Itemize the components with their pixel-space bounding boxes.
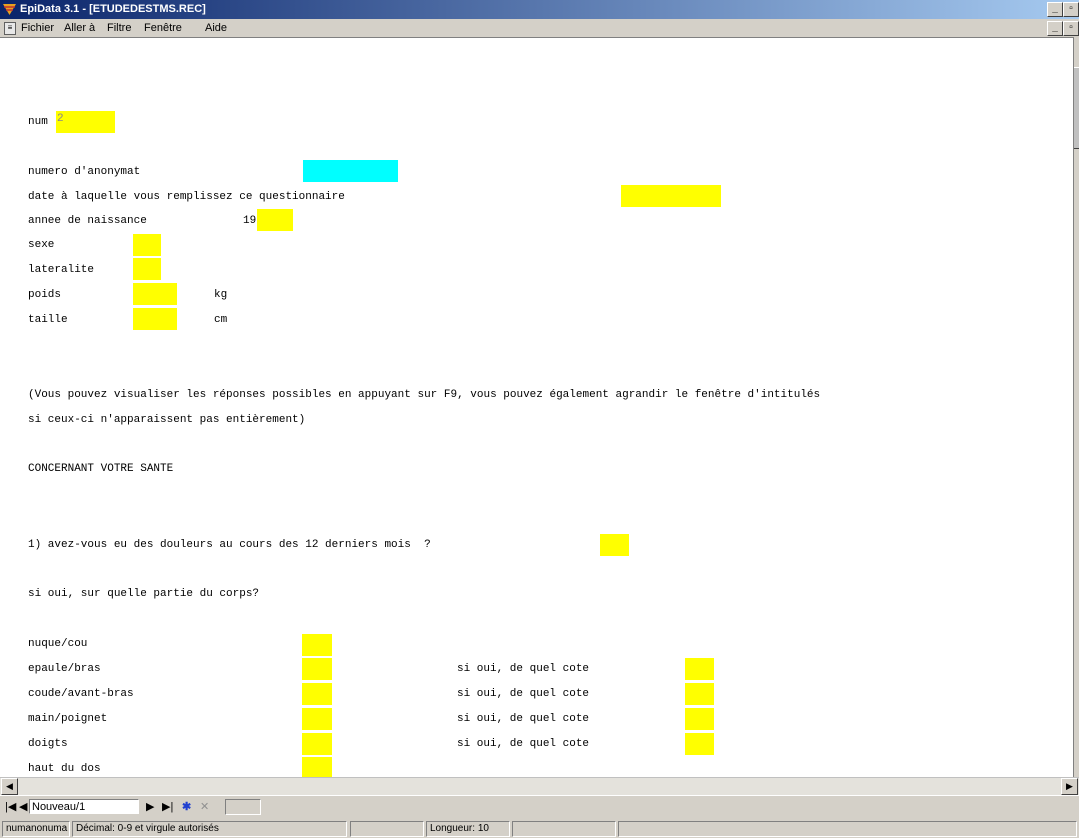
menu-filtre[interactable]: Filtre — [107, 22, 131, 34]
scroll-left-arrow-icon[interactable]: ◀ — [1, 778, 18, 795]
field-haut-dos[interactable] — [302, 757, 332, 778]
field-num-value: 2 — [57, 113, 64, 125]
menu-fenetre[interactable]: Fenêtre — [144, 22, 182, 34]
label-q1: 1) avez-vous eu des douleurs au cours de… — [28, 539, 431, 551]
label-coude-side: si oui, de quel cote — [457, 688, 590, 700]
field-date[interactable] — [621, 185, 721, 207]
status-bar: numanonuma Décimal: 0-9 et virgule autor… — [0, 819, 1079, 838]
field-lateralite[interactable] — [133, 258, 161, 280]
vertical-scroll-thumb[interactable] — [1074, 67, 1079, 149]
field-poids[interactable] — [133, 283, 177, 305]
unit-poids: kg — [214, 289, 228, 301]
menu-aide[interactable]: Aide — [205, 22, 227, 34]
horizontal-scrollbar[interactable]: ◀ ▶ — [0, 777, 1079, 795]
record-flag-box — [225, 799, 261, 815]
next-record-icon[interactable]: ▶ — [146, 800, 154, 814]
title-bar: EpiData 3.1 - [ETUDEDESTMS.REC] _ ▫ — [0, 0, 1079, 19]
field-coude-side[interactable] — [685, 683, 714, 705]
window-title: EpiData 3.1 - [ETUDEDESTMS.REC] — [20, 3, 206, 15]
last-record-icon[interactable]: ▶| — [162, 800, 173, 814]
field-anonymat[interactable] — [303, 160, 398, 182]
label-main-side: si oui, de quel cote — [457, 713, 590, 725]
field-nuque[interactable] — [302, 634, 332, 656]
record-navigation-bar: |◀ ◀ Nouveau/1 ▶ ▶| ✱ ✕ — [0, 795, 1079, 818]
label-coude: coude/avant-bras — [28, 688, 134, 700]
label-epaule: epaule/bras — [28, 663, 101, 675]
menu-fichier[interactable]: Fichier — [21, 22, 54, 34]
section-heading: CONCERNANT VOTRE SANTE — [28, 463, 174, 475]
field-epaule[interactable] — [302, 658, 332, 680]
info-text-line1: (Vous pouvez visualiser les réponses pos… — [28, 389, 821, 401]
field-sexe[interactable] — [133, 234, 161, 256]
field-main[interactable] — [302, 708, 332, 730]
delete-record-icon[interactable]: ✕ — [200, 800, 209, 814]
label-doigts: doigts — [28, 738, 68, 750]
child-restore-button[interactable]: ▫ — [1063, 21, 1079, 36]
field-naissance[interactable] — [257, 209, 293, 231]
unit-taille: cm — [214, 314, 228, 326]
status-field-name: numanonuma — [2, 821, 70, 837]
minimize-button[interactable]: _ — [1047, 2, 1063, 17]
data-entry-form: num 2 numero d'anonymat date à laquelle … — [0, 37, 1079, 778]
previous-record-icon[interactable]: ◀ — [19, 800, 27, 814]
label-lateralite: lateralite — [28, 264, 95, 276]
field-coude[interactable] — [302, 683, 332, 705]
label-date: date à laquelle vous remplissez ce quest… — [28, 191, 345, 203]
status-length: Longueur: 10 — [426, 821, 510, 837]
vertical-scrollbar[interactable] — [1073, 37, 1079, 777]
label-num: num — [28, 116, 48, 128]
prefix-naissance: 19 — [243, 215, 257, 227]
scroll-right-arrow-icon[interactable]: ▶ — [1061, 778, 1078, 795]
status-panel-6 — [618, 821, 1077, 837]
label-nuque: nuque/cou — [28, 638, 88, 650]
restore-button[interactable]: ▫ — [1063, 2, 1079, 17]
info-text-line2: si ceux-ci n'apparaissent pas entièremen… — [28, 414, 306, 426]
label-epaule-side: si oui, de quel cote — [457, 663, 590, 675]
first-record-icon[interactable]: |◀ — [5, 800, 16, 814]
status-empty-panel — [350, 821, 424, 837]
field-main-side[interactable] — [685, 708, 714, 730]
field-num[interactable]: 2 — [56, 111, 115, 133]
label-sexe: sexe — [28, 239, 55, 251]
new-record-icon[interactable]: ✱ — [182, 800, 191, 814]
field-doigts-side[interactable] — [685, 733, 714, 755]
label-doigts-side: si oui, de quel cote — [457, 738, 590, 750]
field-q1[interactable] — [600, 534, 629, 556]
menu-aller-a[interactable]: Aller à — [64, 22, 95, 34]
record-number-field[interactable]: Nouveau/1 — [29, 799, 139, 814]
field-doigts[interactable] — [302, 733, 332, 755]
label-q1b: si oui, sur quelle partie du corps? — [28, 588, 260, 600]
field-taille[interactable] — [133, 308, 177, 330]
label-naissance: annee de naissance — [28, 215, 147, 227]
document-icon[interactable]: ≡ — [4, 22, 16, 35]
status-hint: Décimal: 0-9 et virgule autorisés — [72, 821, 347, 837]
epidata-logo-icon — [3, 4, 16, 15]
label-poids: poids — [28, 289, 62, 301]
label-haut-dos: haut du dos — [28, 763, 101, 775]
status-panel-5 — [512, 821, 616, 837]
label-main: main/poignet — [28, 713, 108, 725]
label-taille: taille — [28, 314, 68, 326]
child-minimize-button[interactable]: _ — [1047, 21, 1063, 36]
menu-bar: ≡ Fichier Aller à Filtre Fenêtre Aide _ … — [0, 19, 1079, 37]
field-epaule-side[interactable] — [685, 658, 714, 680]
label-anonymat: numero d'anonymat — [28, 166, 141, 178]
